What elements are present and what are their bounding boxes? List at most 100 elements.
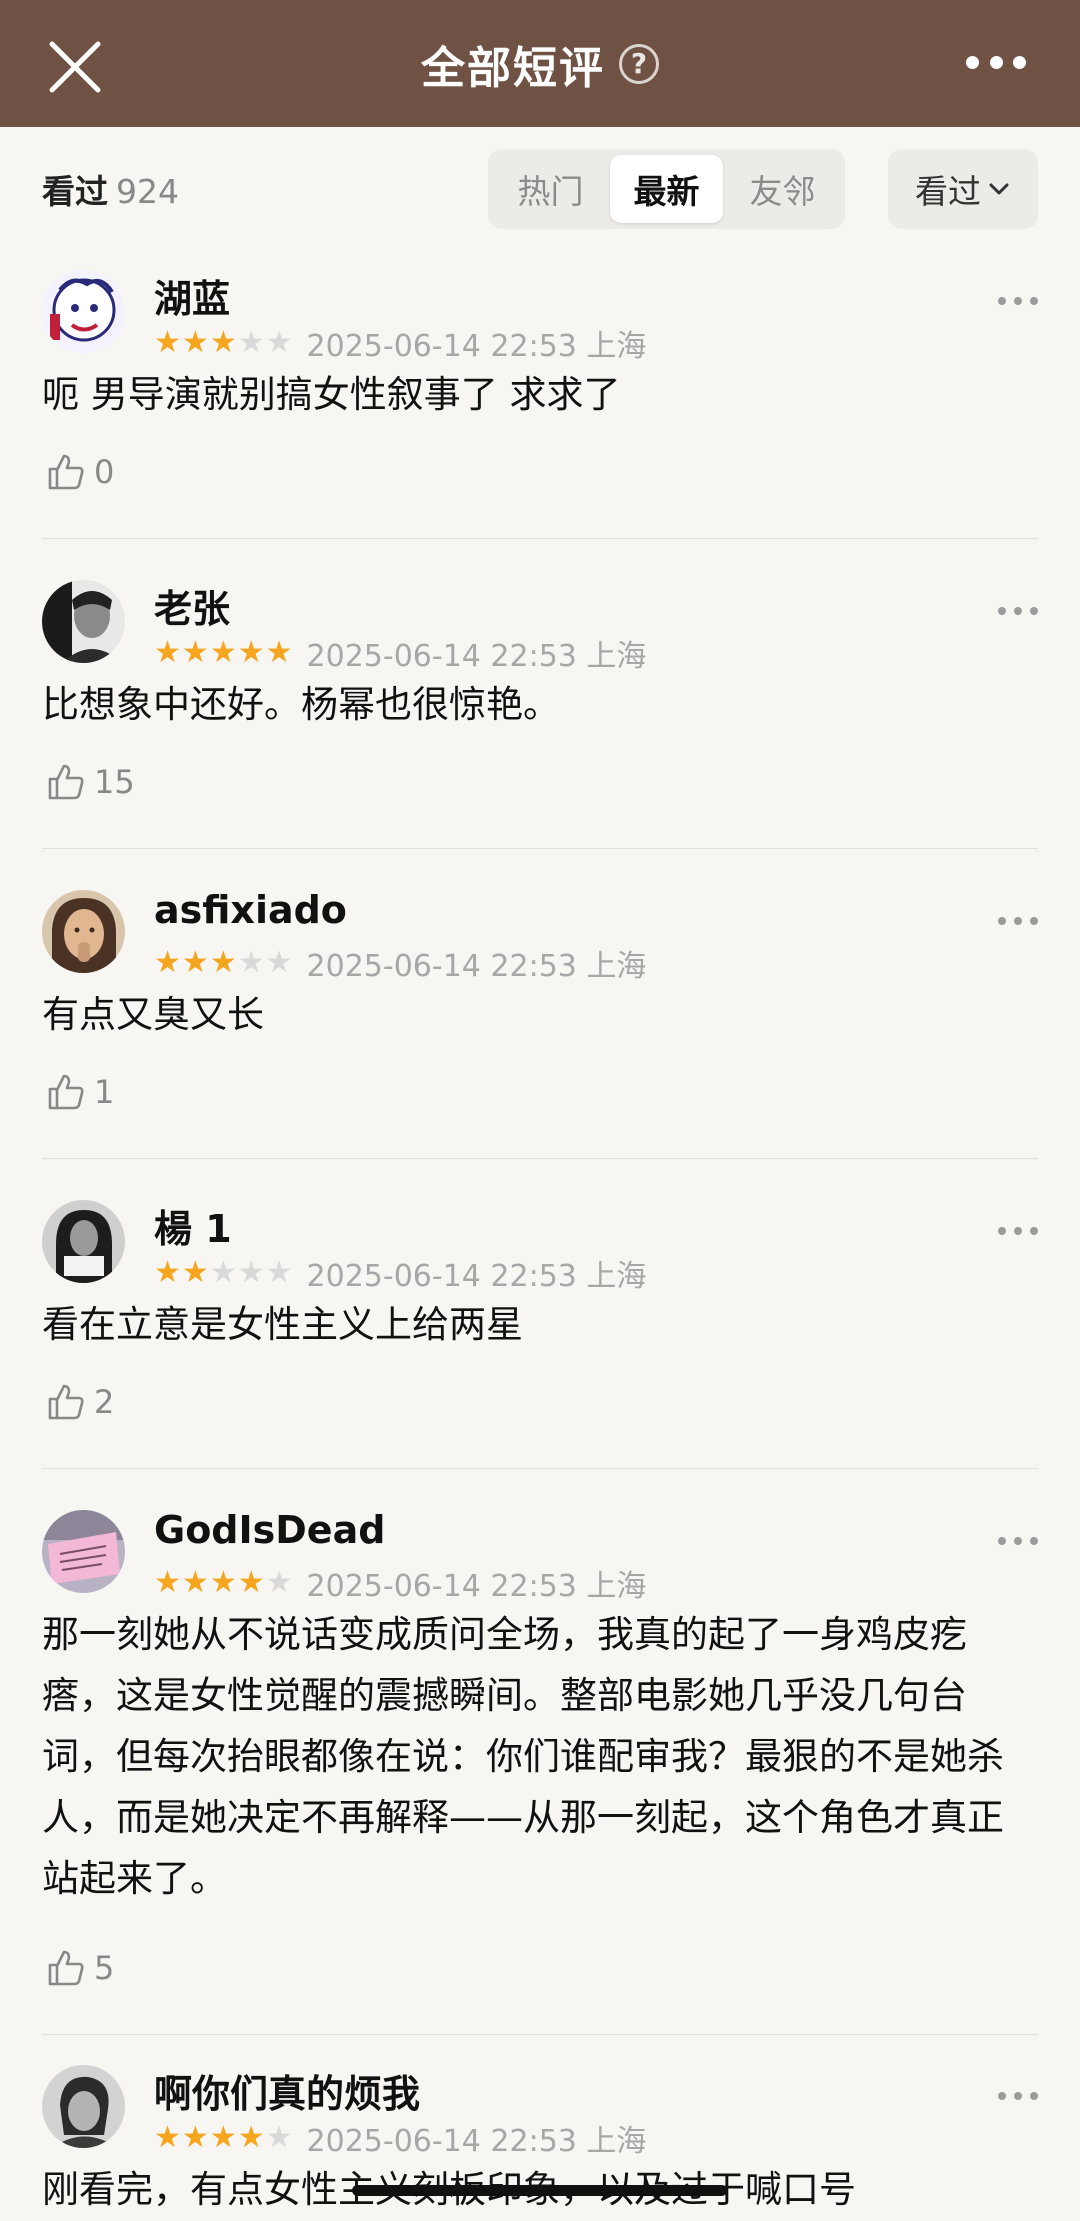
sort-segmented-control: 热门 最新 友邻	[488, 149, 845, 229]
star-filled-icon: ★	[154, 1255, 181, 1290]
star-filled-icon: ★	[237, 2120, 265, 2155]
star-empty-icon: ★	[265, 2120, 293, 2155]
review-more-icon[interactable]	[998, 1536, 1038, 1546]
more-icon[interactable]	[966, 54, 1026, 70]
review-item: 楊 1 ★ ★ ★ ★ ★ 2025-06-14 22:53 上海 看在立意是女性主义上…	[0, 1184, 1080, 1484]
star-filled-icon: ★	[209, 945, 237, 980]
tab-friends[interactable]: 友邻	[726, 155, 839, 223]
star-filled-icon: ★	[209, 2120, 237, 2155]
review-content: 那一刻她从不说话变成质问全场，我真的起了一身鸡皮疙瘩，这是女性觉醒的震撼瞬间。整…	[42, 1613, 1004, 1900]
avatar[interactable]	[42, 1200, 125, 1283]
like-button[interactable]: 15	[46, 760, 135, 804]
like-button[interactable]: 1	[46, 1070, 114, 1114]
review-item: 湖蓝 ★ ★ ★ ★ ★ 2025-06-14 22:53 上海 呃 男导演就别搞女性叙…	[0, 254, 1080, 554]
avatar[interactable]	[42, 2065, 125, 2148]
reviewer-name[interactable]: asfixiado	[154, 888, 347, 932]
top-bar: 全部短评 ?	[0, 0, 1080, 127]
review-content: 比想象中还好。杨幂也很惊艳。	[42, 683, 560, 726]
seen-dropdown[interactable]: 看过	[888, 149, 1038, 229]
tab-latest[interactable]: 最新	[610, 155, 723, 223]
divider	[42, 1158, 1038, 1159]
reviewer-name[interactable]: GodIsDead	[154, 1508, 385, 1552]
like-count: 5	[94, 1949, 115, 1987]
review-meta: ★ ★ ★ ★ ★ 2025-06-14 22:53 上海	[154, 326, 646, 365]
avatar[interactable]	[42, 580, 125, 663]
home-indicator[interactable]	[352, 2185, 727, 2196]
divider	[42, 848, 1038, 849]
review-content: 有点又臭又长	[42, 993, 264, 1036]
avatar[interactable]	[42, 270, 125, 353]
watched-label: 看过	[42, 172, 108, 211]
like-button[interactable]: 0	[46, 450, 114, 494]
review-time: 2025-06-14 22:53 上海	[306, 1259, 647, 1294]
review-more-icon[interactable]	[998, 916, 1038, 926]
star-filled-icon: ★	[209, 1565, 237, 1600]
review-meta: ★ ★ ★ ★ ★ 2025-06-14 22:53 上海	[154, 635, 646, 675]
star-filled-icon: ★	[181, 325, 209, 360]
divider	[42, 1468, 1038, 1469]
star-empty-icon: ★	[237, 325, 265, 360]
review-time: 2025-06-14 22:53 上海	[306, 1569, 647, 1604]
like-button[interactable]: 2	[46, 1380, 114, 1424]
filter-bar: 看过 924 热门 最新 友邻 看过	[0, 127, 1080, 255]
like-count: 1	[94, 1073, 115, 1111]
star-filled-icon: ★	[237, 635, 265, 670]
star-filled-icon: ★	[154, 1565, 181, 1600]
reviewer-name[interactable]: 楊 1	[154, 1198, 232, 1253]
star-empty-icon: ★	[237, 1255, 265, 1290]
thumbs-up-icon	[48, 1074, 84, 1110]
review-time: 2025-06-14 22:53 上海	[306, 639, 647, 674]
review-item: 老张 ★ ★ ★ ★ ★ 2025-06-14 22:53 上海 比想象中还好。杨幂也很…	[0, 564, 1080, 864]
star-filled-icon: ★	[209, 325, 237, 360]
star-empty-icon: ★	[209, 1255, 237, 1290]
watched-count: 看过 924	[42, 165, 179, 213]
review-item: asfixiado ★ ★ ★ ★ ★ 2025-06-14 22:53 上海 有点又臭…	[0, 874, 1080, 1174]
star-filled-icon: ★	[181, 1565, 209, 1600]
review-more-icon[interactable]	[998, 606, 1038, 616]
watched-number: 924	[116, 172, 179, 211]
review-more-icon[interactable]	[998, 1226, 1038, 1236]
star-filled-icon: ★	[181, 2120, 209, 2155]
divider	[42, 538, 1038, 539]
chevron-down-icon	[989, 183, 1009, 195]
star-filled-icon: ★	[181, 1255, 209, 1290]
thumbs-up-icon	[48, 1384, 84, 1420]
star-filled-icon: ★	[154, 945, 181, 980]
page-title: 全部短评	[421, 42, 605, 94]
reviewer-name[interactable]: 湖蓝	[154, 268, 230, 323]
rating-stars: ★ ★ ★ ★ ★	[154, 1256, 293, 1290]
star-empty-icon: ★	[265, 1565, 293, 1600]
star-filled-icon: ★	[154, 635, 181, 670]
review-more-icon[interactable]	[998, 2091, 1038, 2101]
star-filled-icon: ★	[154, 325, 181, 360]
review-meta: ★ ★ ★ ★ ★ 2025-06-14 22:53 上海	[154, 946, 646, 985]
star-empty-icon: ★	[265, 325, 293, 360]
rating-stars: ★ ★ ★ ★ ★	[154, 946, 293, 980]
help-icon[interactable]: ?	[619, 43, 659, 84]
review-time: 2025-06-14 22:53 上海	[306, 329, 647, 364]
star-empty-icon: ★	[265, 945, 293, 980]
star-filled-icon: ★	[265, 635, 293, 670]
reviewer-name[interactable]: 老张	[154, 578, 230, 633]
rating-stars: ★ ★ ★ ★ ★	[154, 326, 293, 360]
reviewer-name[interactable]: 啊你们真的烦我	[154, 2063, 420, 2118]
review-time: 2025-06-14 22:53 上海	[306, 2124, 647, 2159]
star-filled-icon: ★	[237, 1565, 265, 1600]
star-filled-icon: ★	[154, 2120, 181, 2155]
thumbs-up-icon	[48, 764, 84, 800]
review-meta: ★ ★ ★ ★ ★ 2025-06-14 22:53 上海	[154, 2120, 646, 2160]
review-content: 看在立意是女性主义上给两星	[42, 1303, 523, 1346]
tab-hot[interactable]: 热门	[494, 155, 607, 223]
avatar[interactable]	[42, 890, 125, 973]
review-meta: ★ ★ ★ ★ ★ 2025-06-14 22:53 上海	[154, 1256, 646, 1295]
star-filled-icon: ★	[181, 635, 209, 670]
review-more-icon[interactable]	[998, 296, 1038, 306]
star-filled-icon: ★	[181, 945, 209, 980]
star-empty-icon: ★	[237, 945, 265, 980]
rating-stars: ★ ★ ★ ★ ★	[154, 1566, 293, 1600]
seen-dropdown-label: 看过	[915, 172, 981, 211]
avatar[interactable]	[42, 1510, 125, 1593]
like-count: 0	[94, 453, 115, 491]
like-button[interactable]: 5	[46, 1946, 114, 1990]
title-wrap: 全部短评 ?	[0, 0, 1080, 127]
